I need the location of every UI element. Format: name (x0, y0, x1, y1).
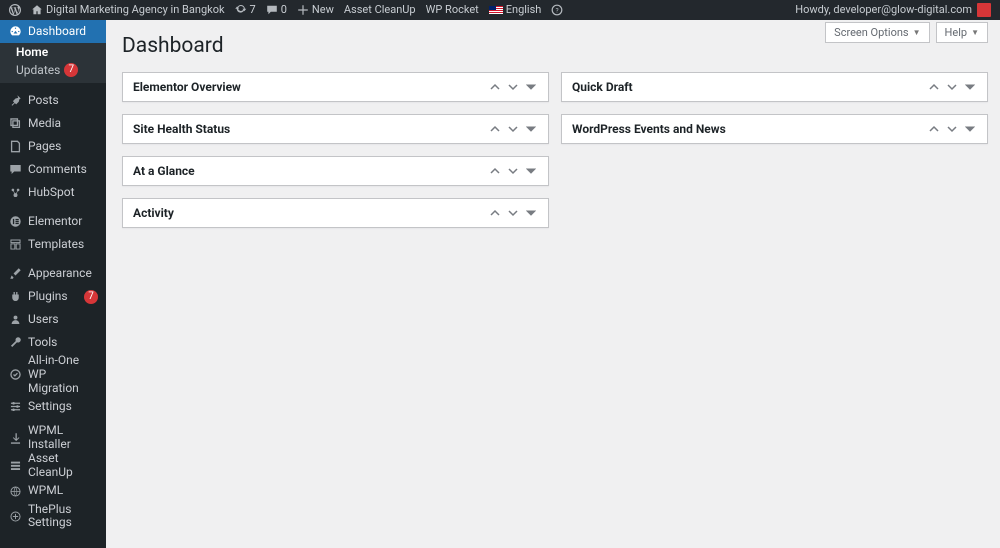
move-down-icon[interactable] (943, 78, 961, 96)
admin-bar: Digital Marketing Agency in Bangkok 7 0 … (0, 0, 1000, 20)
howdy-text: Howdy, developer@glow-digital.com (795, 0, 972, 20)
move-down-icon[interactable] (504, 78, 522, 96)
media-icon (8, 117, 22, 131)
migration-icon (8, 368, 22, 382)
move-up-icon[interactable] (486, 78, 504, 96)
screen-options-button[interactable]: Screen Options ▼ (825, 22, 929, 43)
plus-circle-icon (8, 509, 22, 523)
metabox-at-a-glance: At a Glance (122, 156, 549, 186)
my-account[interactable]: Howdy, developer@glow-digital.com (790, 0, 996, 20)
metabox-column-left: Elementor Overview Site Health Status At… (122, 72, 549, 228)
refresh-icon (235, 4, 247, 16)
toggle-icon[interactable] (522, 162, 540, 180)
wrench-icon (8, 336, 22, 350)
svg-text:?: ? (556, 6, 559, 14)
menu-hubspot[interactable]: HubSpot (0, 181, 106, 204)
new-content[interactable]: New (292, 0, 339, 20)
move-down-icon[interactable] (504, 204, 522, 222)
menu-wpml[interactable]: WPML (0, 480, 106, 503)
toggle-icon[interactable] (522, 204, 540, 222)
flag-uk-icon (489, 6, 503, 14)
comments-link[interactable]: 0 (261, 0, 292, 20)
menu-plugins[interactable]: Plugins 7 (0, 285, 106, 308)
avatar (977, 3, 991, 17)
updates-count: 7 (250, 0, 256, 20)
download-icon (8, 431, 22, 445)
page-title: Dashboard (122, 34, 224, 58)
templates-icon (8, 238, 22, 252)
menu-tools[interactable]: Tools (0, 331, 106, 354)
user-icon (8, 313, 22, 327)
toggle-icon[interactable] (961, 78, 979, 96)
submenu-home[interactable]: Home (0, 43, 106, 61)
menu-aio-migration[interactable]: All-in-One WP Migration (0, 354, 106, 395)
wp-rocket-link[interactable]: WP Rocket (421, 0, 484, 20)
menu-dashboard[interactable]: Dashboard (0, 20, 106, 43)
site-home-link[interactable]: Digital Marketing Agency in Bangkok (26, 0, 230, 20)
asset-cleanup-link[interactable]: Asset CleanUp (339, 0, 421, 20)
menu-settings[interactable]: Settings (0, 395, 106, 418)
pin-icon (8, 94, 22, 108)
plug-icon (8, 290, 22, 304)
sliders-icon (8, 400, 22, 414)
comments-count: 0 (281, 0, 287, 20)
move-up-icon[interactable] (486, 120, 504, 138)
help-button[interactable]: Help ▼ (936, 22, 988, 43)
submenu-dashboard: Home Updates 7 (0, 43, 106, 83)
page-icon (8, 140, 22, 154)
menu-pages[interactable]: Pages (0, 135, 106, 158)
caret-down-icon: ▼ (913, 28, 921, 37)
menu-theplus[interactable]: ThePlus Settings (0, 503, 106, 531)
toggle-icon[interactable] (961, 120, 979, 138)
wp-logo[interactable] (4, 0, 26, 20)
language-switcher[interactable]: English (484, 0, 547, 20)
menu-comments[interactable]: Comments (0, 158, 106, 181)
menu-posts[interactable]: Posts (0, 89, 106, 112)
main-content: Screen Options ▼ Help ▼ Dashboard Elemen… (106, 20, 1000, 548)
move-up-icon[interactable] (925, 120, 943, 138)
updates-link[interactable]: 7 (230, 0, 261, 20)
updates-badge: 7 (64, 63, 78, 77)
metabox-wp-events-news: WordPress Events and News (561, 114, 988, 144)
move-up-icon[interactable] (486, 162, 504, 180)
site-title: Digital Marketing Agency in Bangkok (46, 0, 225, 20)
move-down-icon[interactable] (504, 162, 522, 180)
plugins-badge: 7 (84, 290, 98, 304)
globe-icon (8, 484, 22, 498)
plus-icon (297, 4, 309, 16)
move-down-icon[interactable] (943, 120, 961, 138)
stack-icon (8, 459, 22, 473)
menu-users[interactable]: Users (0, 308, 106, 331)
move-up-icon[interactable] (925, 78, 943, 96)
move-up-icon[interactable] (486, 204, 504, 222)
menu-wpml-installer[interactable]: WPML Installer (0, 424, 106, 452)
menu-templates[interactable]: Templates (0, 233, 106, 256)
menu-elementor[interactable]: Elementor (0, 210, 106, 233)
brush-icon (8, 267, 22, 281)
home-icon (31, 4, 43, 16)
metabox-column-right: Quick Draft WordPress Events and News (561, 72, 988, 228)
submenu-updates[interactable]: Updates 7 (0, 61, 106, 83)
comments-icon (8, 163, 22, 177)
menu-appearance[interactable]: Appearance (0, 262, 106, 285)
metabox-site-health: Site Health Status (122, 114, 549, 144)
hubspot-icon (8, 186, 22, 200)
caret-down-icon: ▼ (971, 28, 979, 37)
help-icon[interactable]: ? (546, 0, 568, 20)
metabox-quick-draft: Quick Draft (561, 72, 988, 102)
dashboard-icon (8, 25, 22, 39)
menu-asset-cleanup[interactable]: Asset CleanUp (0, 452, 106, 480)
menu-media[interactable]: Media (0, 112, 106, 135)
comment-icon (266, 4, 278, 16)
new-label: New (312, 0, 334, 20)
toggle-icon[interactable] (522, 78, 540, 96)
metabox-activity: Activity (122, 198, 549, 228)
elementor-icon (8, 215, 22, 229)
toggle-icon[interactable] (522, 120, 540, 138)
move-down-icon[interactable] (504, 120, 522, 138)
admin-sidebar: Dashboard Home Updates 7 Posts Media Pag… (0, 20, 106, 548)
metabox-elementor-overview: Elementor Overview (122, 72, 549, 102)
